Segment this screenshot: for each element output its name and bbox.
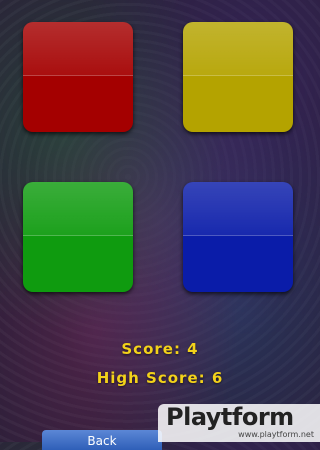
blue-pad[interactable] <box>183 182 293 292</box>
watermark: Playtform www.playtform.net <box>158 403 320 442</box>
yellow-pad[interactable] <box>183 22 293 132</box>
watermark-url: www.playtform.net <box>238 430 314 439</box>
watermark-logo: Playtform <box>166 403 294 431</box>
score-label: Score: 4 <box>121 340 199 358</box>
red-pad[interactable] <box>23 22 133 132</box>
back-button[interactable]: Back <box>42 430 162 450</box>
high-score-label: High Score: 6 <box>96 369 224 387</box>
green-pad[interactable] <box>23 182 133 292</box>
